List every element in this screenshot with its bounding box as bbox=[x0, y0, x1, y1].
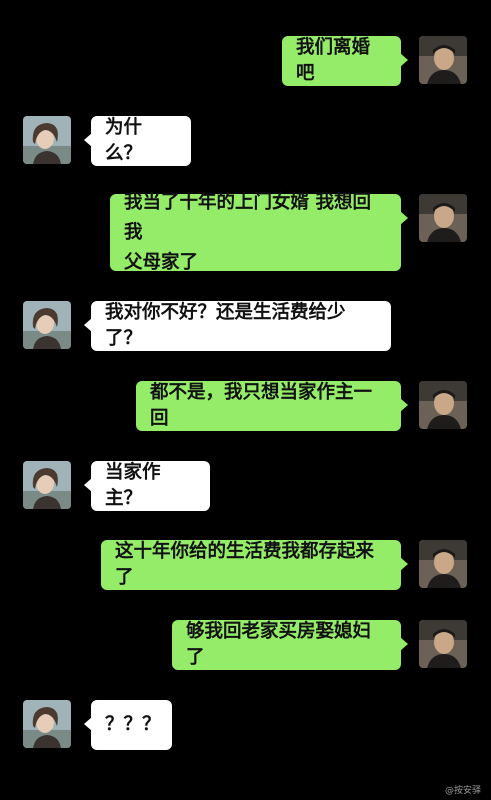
male-avatar-icon[interactable] bbox=[419, 194, 467, 242]
message-bubble[interactable]: 够我回老家买房娶媳妇了 bbox=[172, 620, 408, 670]
message-bubble[interactable]: 我对你不好？还是生活费给少了？ bbox=[84, 301, 391, 351]
message-bubble[interactable]: 我当了十年的上门女婿 我想回我 父母家了 bbox=[110, 192, 408, 273]
male-avatar-icon[interactable] bbox=[419, 36, 467, 84]
female-avatar-icon[interactable] bbox=[23, 461, 71, 509]
message-bubble[interactable]: ？？？ bbox=[84, 700, 172, 750]
female-avatar-icon[interactable] bbox=[23, 301, 71, 349]
message-bubble[interactable]: 这十年你给的生活费我都存起来了 bbox=[101, 540, 408, 590]
female-avatar-icon[interactable] bbox=[23, 700, 71, 748]
male-avatar-icon[interactable] bbox=[419, 620, 467, 668]
watermark: @按安驿 bbox=[444, 786, 481, 796]
message-bubble[interactable]: 都不是，我只想当家作主一回 bbox=[136, 381, 408, 431]
male-avatar-icon[interactable] bbox=[419, 540, 467, 588]
message-bubble[interactable]: 我们离婚吧 bbox=[282, 36, 408, 86]
male-avatar-icon[interactable] bbox=[419, 381, 467, 429]
message-bubble[interactable]: 当家作主？ bbox=[84, 461, 210, 511]
female-avatar-icon[interactable] bbox=[23, 116, 71, 164]
message-bubble[interactable]: 为什么？ bbox=[84, 116, 191, 166]
